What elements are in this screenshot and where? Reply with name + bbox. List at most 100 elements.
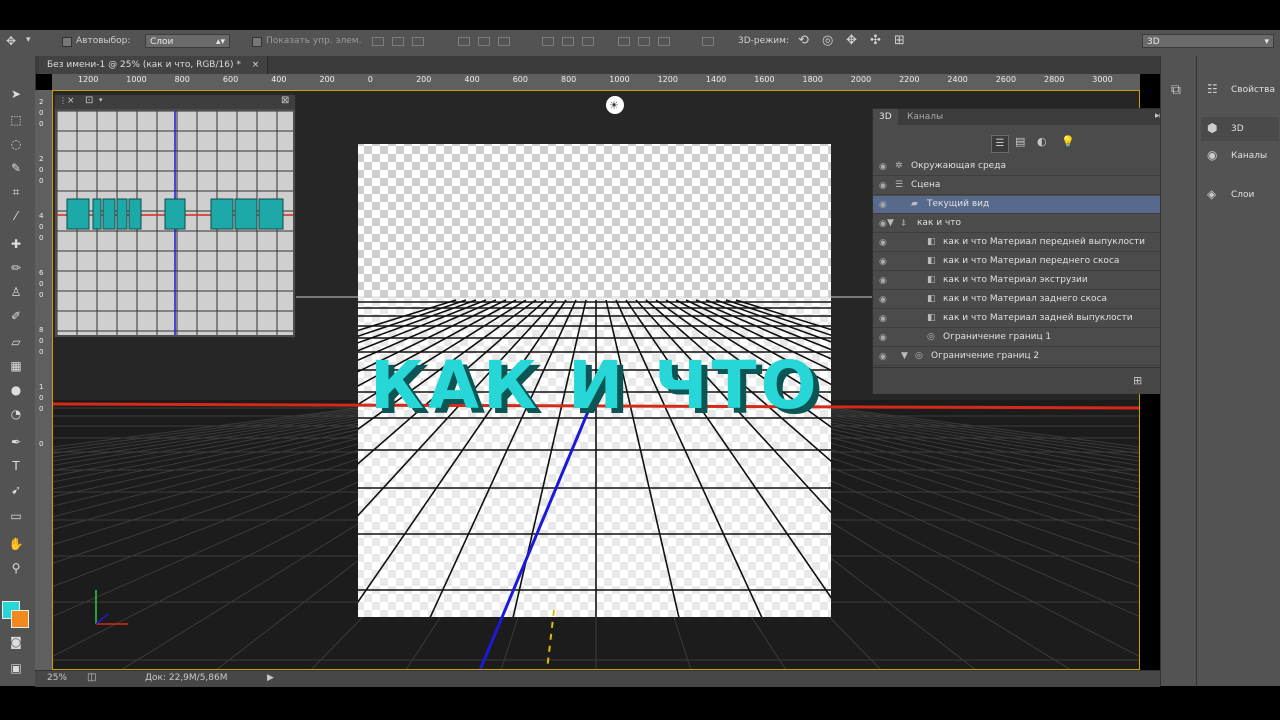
scene-layer-row[interactable]: ◉ ☰ Сцена bbox=[873, 177, 1181, 195]
eye-icon[interactable]: ◉ bbox=[879, 314, 887, 324]
roll-3d-icon[interactable]: ◎ bbox=[822, 33, 833, 48]
eyedropper-tool-icon[interactable]: ⁄ bbox=[7, 208, 25, 224]
scene-layer-row[interactable]: ◉ ◧ как и что Материал задней выпуклости bbox=[873, 310, 1181, 328]
align-bottom-icon[interactable] bbox=[412, 37, 424, 46]
healing-brush-tool-icon[interactable]: ✚ bbox=[7, 236, 25, 252]
tab-channels[interactable]: Каналы bbox=[901, 109, 949, 125]
quick-select-tool-icon[interactable]: ✎ bbox=[7, 160, 25, 176]
workspace-select[interactable]: 3D ▾ bbox=[1142, 34, 1274, 48]
auto-align-icon[interactable] bbox=[702, 37, 714, 46]
filter-meshes-icon[interactable]: ▤ bbox=[1015, 135, 1025, 148]
align-vcenter-icon[interactable] bbox=[392, 37, 404, 46]
text-3d-object[interactable]: КАК И ЧТО bbox=[370, 347, 821, 424]
align-hcenter-icon[interactable] bbox=[478, 37, 490, 46]
secondary-view-panel[interactable]: ⋮ × ⊡ ▾ ⊠ bbox=[54, 94, 296, 338]
scene-layer-row[interactable]: ◉ ◧ как и что Материал экструзии bbox=[873, 272, 1181, 290]
swap-view-icon[interactable]: ⊠ bbox=[281, 95, 289, 106]
background-color-swatch[interactable] bbox=[11, 610, 29, 628]
distribute-vcenter-icon[interactable] bbox=[562, 37, 574, 46]
disclosure-triangle-icon[interactable]: ▼ bbox=[901, 351, 908, 361]
view-menu-icon[interactable]: ⊡ bbox=[85, 95, 93, 106]
rotate-3d-icon[interactable]: ⟲ bbox=[798, 33, 809, 48]
stamp-tool-icon[interactable]: ♙ bbox=[7, 284, 25, 300]
pan-3d-icon[interactable]: ✥ bbox=[846, 33, 857, 48]
blur-tool-icon[interactable]: ● bbox=[7, 382, 25, 398]
show-controls-checkbox[interactable] bbox=[252, 37, 262, 47]
chevron-down-icon[interactable]: ▾ bbox=[99, 96, 103, 104]
history-icon[interactable]: ⧉ bbox=[1171, 82, 1181, 98]
constraint-icon: ◎ bbox=[927, 332, 935, 342]
lasso-tool-icon[interactable]: ◌ bbox=[7, 136, 25, 152]
scene-layer-row[interactable]: ◉ ▼ ◎ Ограничение границ 2 bbox=[873, 348, 1181, 366]
autoselect-checkbox[interactable] bbox=[62, 37, 72, 47]
eye-icon[interactable]: ◉ bbox=[879, 181, 887, 191]
distribute-right-icon[interactable] bbox=[658, 37, 670, 46]
type-tool-icon[interactable]: T bbox=[7, 458, 25, 474]
shape-tool-icon[interactable]: ▭ bbox=[7, 508, 25, 524]
zoom-level[interactable]: 25% bbox=[47, 673, 67, 683]
brush-tool-icon[interactable]: ✏ bbox=[7, 260, 25, 276]
eye-icon[interactable]: ◉ bbox=[879, 276, 887, 286]
gradient-tool-icon[interactable]: ▦ bbox=[7, 358, 25, 374]
move-tool-icon[interactable]: ✥ bbox=[6, 34, 16, 48]
dodge-tool-icon[interactable]: ◔ bbox=[7, 406, 25, 422]
scene-layer-row[interactable]: ◉ ◧ как и что Материал переднего скоса bbox=[873, 253, 1181, 271]
scene-layer-row[interactable]: ◉ ◧ как и что Материал передней выпуклости bbox=[873, 234, 1181, 252]
path-selection-tool-icon[interactable]: ➹ bbox=[7, 482, 25, 498]
share-icon[interactable]: ◫ bbox=[87, 672, 96, 683]
autoselect-select[interactable]: Слои ▴▾ bbox=[145, 34, 230, 48]
new-object-icon[interactable]: ⊞ bbox=[1133, 374, 1142, 387]
distribute-bottom-icon[interactable] bbox=[582, 37, 594, 46]
scene-layer-row[interactable]: ◉ ◎ Ограничение границ 1 bbox=[873, 329, 1181, 347]
filter-whole-scene-icon[interactable]: ☰ bbox=[991, 135, 1009, 153]
dock-item-channels[interactable]: ◉ Каналы bbox=[1201, 144, 1279, 168]
align-top-icon[interactable] bbox=[372, 37, 384, 46]
zoom-tool-icon[interactable]: ⚲ bbox=[7, 560, 25, 576]
eye-icon[interactable]: ◉ bbox=[879, 219, 887, 229]
screen-mode-icon[interactable]: ▣ bbox=[7, 660, 25, 676]
scene-layer-row[interactable]: ◉ ✲ Окружающая среда bbox=[873, 158, 1181, 176]
eye-icon[interactable]: ◉ bbox=[879, 238, 887, 248]
eraser-tool-icon[interactable]: ▱ bbox=[7, 334, 25, 350]
distribute-left-icon[interactable] bbox=[618, 37, 630, 46]
pen-tool-icon[interactable]: ✒ bbox=[7, 434, 25, 450]
crop-tool-icon[interactable]: ⌗ bbox=[7, 184, 25, 200]
status-menu-icon[interactable]: ▶ bbox=[267, 673, 274, 683]
align-right-icon[interactable] bbox=[498, 37, 510, 46]
eye-icon[interactable]: ◉ bbox=[879, 162, 887, 172]
eye-icon[interactable]: ◉ bbox=[879, 333, 887, 343]
disclosure-triangle-icon[interactable]: ▼ bbox=[887, 218, 894, 228]
document-tabs: Без имени-1 @ 25% (как и что, RGB/16) * … bbox=[35, 56, 1160, 74]
secondary-view-canvas[interactable] bbox=[57, 111, 293, 335]
dock-item-properties[interactable]: ☷ Свойства bbox=[1201, 78, 1279, 102]
align-left-icon[interactable] bbox=[458, 37, 470, 46]
dock-item-layers[interactable]: ◈ Слои bbox=[1201, 183, 1279, 207]
close-icon[interactable]: × bbox=[67, 96, 75, 106]
scene-layer-label: как и что Материал передней выпуклости bbox=[943, 237, 1146, 247]
history-brush-tool-icon[interactable]: ✐ bbox=[7, 308, 25, 324]
document-tab[interactable]: Без имени-1 @ 25% (как и что, RGB/16) * … bbox=[39, 56, 269, 74]
filter-materials-icon[interactable]: ◐ bbox=[1037, 135, 1047, 148]
move-tool-icon[interactable]: ➤ bbox=[7, 86, 25, 102]
slide-3d-icon[interactable]: ✣ bbox=[870, 33, 881, 48]
ruler-tick-label: 0 bbox=[39, 291, 44, 299]
marquee-tool-icon[interactable]: ⬚ bbox=[7, 112, 25, 128]
eye-icon[interactable]: ◉ bbox=[879, 257, 887, 267]
close-icon[interactable]: × bbox=[252, 60, 260, 70]
scene-layer-row[interactable]: ◉ ▼ ⍋ как и что bbox=[873, 215, 1181, 233]
tool-preset-chevron-icon[interactable]: ▾ bbox=[26, 35, 31, 45]
eye-icon[interactable]: ◉ bbox=[879, 352, 887, 362]
tab-3d[interactable]: 3D bbox=[873, 109, 898, 125]
scale-3d-icon[interactable]: ⊞ bbox=[894, 33, 905, 48]
panel-3d[interactable]: 3D Каналы ▸▸ ≡ ☰ ▤ ◐ 💡 ◉ ✲ Окружающая сред… bbox=[872, 108, 1196, 394]
dock-item-3d[interactable]: ⬢ 3D bbox=[1201, 117, 1279, 141]
distribute-top-icon[interactable] bbox=[542, 37, 554, 46]
filter-lights-icon[interactable]: 💡 bbox=[1061, 135, 1075, 148]
quick-mask-icon[interactable]: ◙ bbox=[7, 634, 25, 650]
scene-layer-row[interactable]: ◉ ◧ как и что Материал заднего скоса bbox=[873, 291, 1181, 309]
scene-layer-row[interactable]: ◉ ▰ Текущий вид bbox=[873, 196, 1181, 214]
eye-icon[interactable]: ◉ bbox=[879, 200, 887, 210]
eye-icon[interactable]: ◉ bbox=[879, 295, 887, 305]
distribute-hcenter-icon[interactable] bbox=[638, 37, 650, 46]
hand-tool-icon[interactable]: ✋ bbox=[7, 536, 25, 552]
